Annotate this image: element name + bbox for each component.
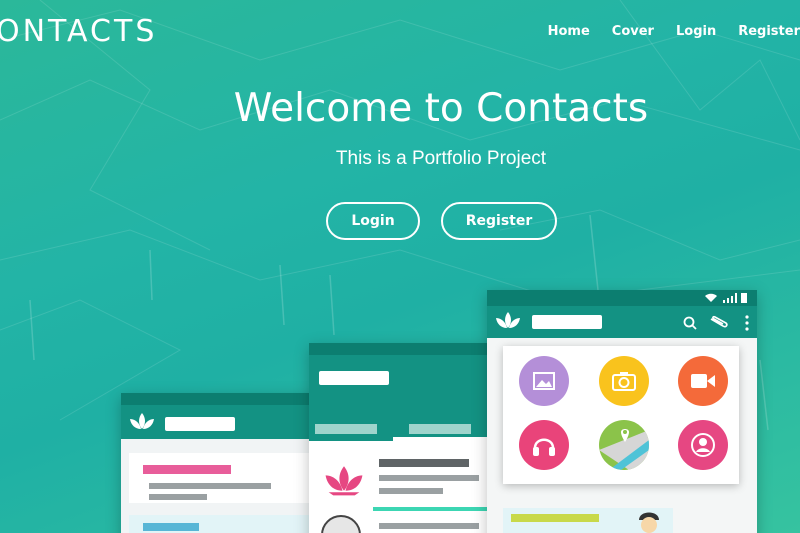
image-icon[interactable] <box>519 356 569 406</box>
lotus-icon <box>130 413 154 429</box>
nav-register-link[interactable]: Register <box>738 24 800 39</box>
map-icon[interactable] <box>599 420 649 470</box>
more-vert-icon[interactable] <box>745 315 749 331</box>
register-button[interactable]: Register <box>441 202 557 240</box>
lotus-icon <box>325 466 363 496</box>
wifi-icon <box>705 293 717 302</box>
phone-mockup-right <box>487 290 757 533</box>
phone-mockup-left <box>121 393 319 533</box>
phone-mockup-middle <box>309 343 499 533</box>
top-nav: Home Cover Login Register <box>548 24 800 39</box>
avatar <box>639 512 659 533</box>
battery-icon <box>741 293 747 303</box>
nav-home-link[interactable]: Home <box>548 24 590 39</box>
hero-subtitle: This is a Portfolio Project <box>335 148 547 169</box>
search-icon[interactable] <box>683 316 697 330</box>
person-icon[interactable] <box>678 420 728 470</box>
login-button[interactable]: Login <box>326 202 420 240</box>
lotus-icon <box>496 312 520 328</box>
attachment-popup <box>503 346 739 484</box>
paperclip-icon[interactable] <box>709 315 729 329</box>
signal-icon <box>723 293 737 303</box>
brand-logo[interactable]: ONTACTS <box>0 14 157 49</box>
hero-title: Welcome to Contacts <box>233 86 649 131</box>
video-icon[interactable] <box>678 356 728 406</box>
nav-login-link[interactable]: Login <box>676 24 716 39</box>
camera-icon[interactable] <box>599 356 649 406</box>
headphones-icon[interactable] <box>519 420 569 470</box>
nav-cover-link[interactable]: Cover <box>612 24 654 39</box>
